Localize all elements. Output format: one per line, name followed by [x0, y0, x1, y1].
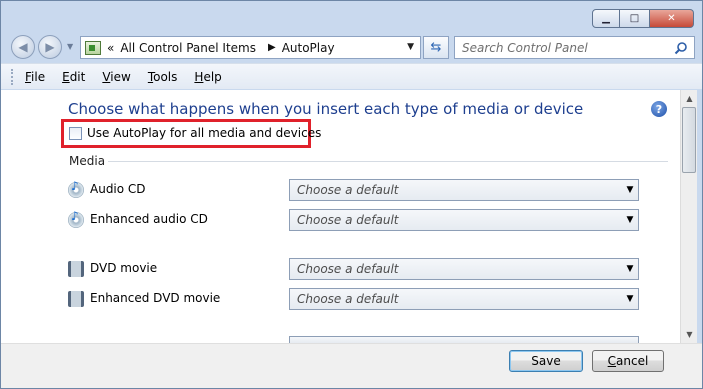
address-overflow-chevron[interactable]: «: [107, 41, 114, 55]
control-panel-icon: [85, 40, 101, 55]
search-box[interactable]: [454, 36, 695, 59]
scroll-down-icon[interactable]: ▼: [681, 326, 698, 343]
select-value: Choose a default: [297, 183, 399, 197]
dvd-movie-icon: [68, 261, 84, 277]
content-pane: Choose what happens when you insert each…: [1, 90, 680, 343]
media-row-audio-cd: Audio CD Choose a default ▼: [68, 179, 648, 201]
section-media-label: Media: [69, 154, 106, 168]
chevron-down-icon: ▼: [626, 294, 634, 304]
close-button[interactable]: ✕: [650, 9, 694, 28]
autoplay-window: ▁ □ ✕ ◀ ▶ ▼ « All Control Panel Items ▶ …: [0, 0, 703, 389]
enhanced-dvd-movie-icon: [68, 291, 84, 307]
dvd-movie-select[interactable]: Choose a default ▼: [289, 258, 639, 280]
minimize-button[interactable]: ▁: [592, 9, 620, 28]
minimize-icon: ▁: [602, 13, 610, 24]
scroll-up-icon[interactable]: ▲: [681, 90, 698, 107]
caption-buttons: ▁ □ ✕: [592, 9, 694, 28]
menubar-grip[interactable]: [11, 68, 15, 85]
select-value: Choose a default: [297, 262, 399, 276]
media-label: Enhanced audio CD: [90, 212, 208, 226]
back-arrow-icon: ◀: [18, 40, 28, 54]
address-bar[interactable]: « All Control Panel Items ▶ AutoPlay ▼: [80, 36, 421, 59]
vertical-scrollbar[interactable]: ▲ ▼: [680, 90, 697, 343]
forward-arrow-icon: ▶: [45, 40, 55, 54]
media-row-enhanced-dvd-movie: Enhanced DVD movie Choose a default ▼: [68, 288, 648, 310]
audio-cd-icon: [68, 179, 84, 198]
refresh-icon: ⇆: [430, 40, 442, 55]
navigation-bar: ◀ ▶ ▼ « All Control Panel Items ▶ AutoPl…: [1, 33, 702, 61]
cancel-button[interactable]: Cancel: [592, 350, 664, 372]
select-value: Choose a default: [297, 213, 399, 227]
checkbox-icon[interactable]: [69, 126, 82, 140]
menu-help[interactable]: Help: [194, 70, 221, 84]
enhanced-audio-cd-select[interactable]: Choose a default ▼: [289, 209, 639, 231]
partial-select[interactable]: [289, 336, 639, 343]
recent-pages-dropdown[interactable]: ▼: [67, 42, 73, 51]
menu-bar: File Edit View Tools Help: [1, 63, 702, 89]
section-divider: [108, 161, 668, 162]
close-icon: ✕: [667, 13, 676, 24]
media-label: DVD movie: [90, 261, 158, 275]
media-row-dvd-movie: DVD movie Choose a default ▼: [68, 258, 648, 280]
enhanced-audio-cd-icon: [68, 209, 84, 228]
footer-bar: Save Cancel: [1, 343, 702, 388]
refresh-button[interactable]: ⇆: [423, 36, 449, 59]
select-value: Choose a default: [297, 292, 399, 306]
menu-tools[interactable]: Tools: [148, 70, 178, 84]
autoplay-all-checkbox[interactable]: Use AutoPlay for all media and devices: [69, 126, 321, 140]
media-label: Enhanced DVD movie: [90, 291, 221, 305]
forward-button[interactable]: ▶: [38, 35, 62, 59]
chevron-down-icon: ▼: [626, 215, 634, 225]
enhanced-dvd-movie-select[interactable]: Choose a default ▼: [289, 288, 639, 310]
help-icon[interactable]: ?: [651, 101, 667, 117]
breadcrumb-separator-icon[interactable]: ▶: [268, 42, 276, 53]
scroll-thumb[interactable]: [682, 107, 696, 173]
media-row-partial: [68, 336, 648, 343]
chevron-down-icon: ▼: [626, 185, 634, 195]
save-button[interactable]: Save: [509, 350, 583, 372]
menu-edit[interactable]: Edit: [62, 70, 85, 84]
back-button[interactable]: ◀: [11, 35, 35, 59]
media-label: Audio CD: [90, 182, 146, 196]
menu-file[interactable]: File: [25, 70, 45, 84]
menu-view[interactable]: View: [102, 70, 130, 84]
breadcrumb-all-control-panel-items[interactable]: All Control Panel Items: [120, 41, 256, 55]
audio-cd-select[interactable]: Choose a default ▼: [289, 179, 639, 201]
search-input[interactable]: [455, 37, 672, 58]
media-row-enhanced-audio-cd: Enhanced audio CD Choose a default ▼: [68, 209, 648, 231]
autoplay-all-label[interactable]: Use AutoPlay for all media and devices: [87, 126, 321, 140]
maximize-icon: □: [629, 13, 640, 24]
search-icon[interactable]: [672, 39, 690, 57]
address-dropdown-icon[interactable]: ▼: [407, 42, 414, 52]
page-title: Choose what happens when you insert each…: [68, 100, 584, 118]
chevron-down-icon: ▼: [626, 264, 634, 274]
breadcrumb-autoplay[interactable]: AutoPlay: [282, 41, 335, 55]
maximize-button[interactable]: □: [620, 9, 650, 28]
